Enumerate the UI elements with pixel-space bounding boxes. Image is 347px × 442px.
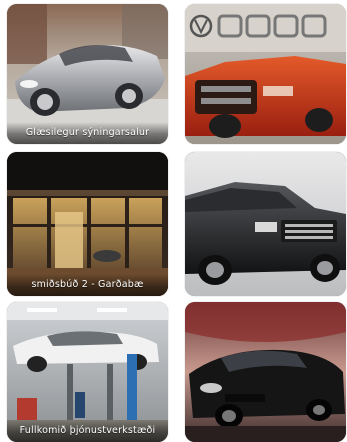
black-pickup-photo-tile[interactable] [185,152,346,296]
tile-caption: smiðsbúð 2 - Garðabæ [7,274,168,296]
workshop-photo-tile[interactable]: Fullkomið þjónustverkstæði [7,302,168,442]
showroom-photo-tile[interactable]: Glæsilegur sýningarsalur [7,4,168,144]
storefront-photo-tile[interactable]: smiðsbúð 2 - Garðabæ [7,152,168,296]
tile-caption: Fullkomið þjónustverkstæði [7,420,168,442]
tile-caption: Glæsilegur sýningarsalur [7,122,168,144]
black-pickup-image [185,152,346,296]
dark-car-photo-tile[interactable] [185,302,346,442]
dark-car-night-image [185,302,346,442]
red-pickup-photo-tile[interactable] [185,4,346,144]
red-pickup-image [185,4,346,144]
photo-grid: Glæsilegur sýningarsalur smiðsbúð 2 - Ga… [0,0,347,442]
